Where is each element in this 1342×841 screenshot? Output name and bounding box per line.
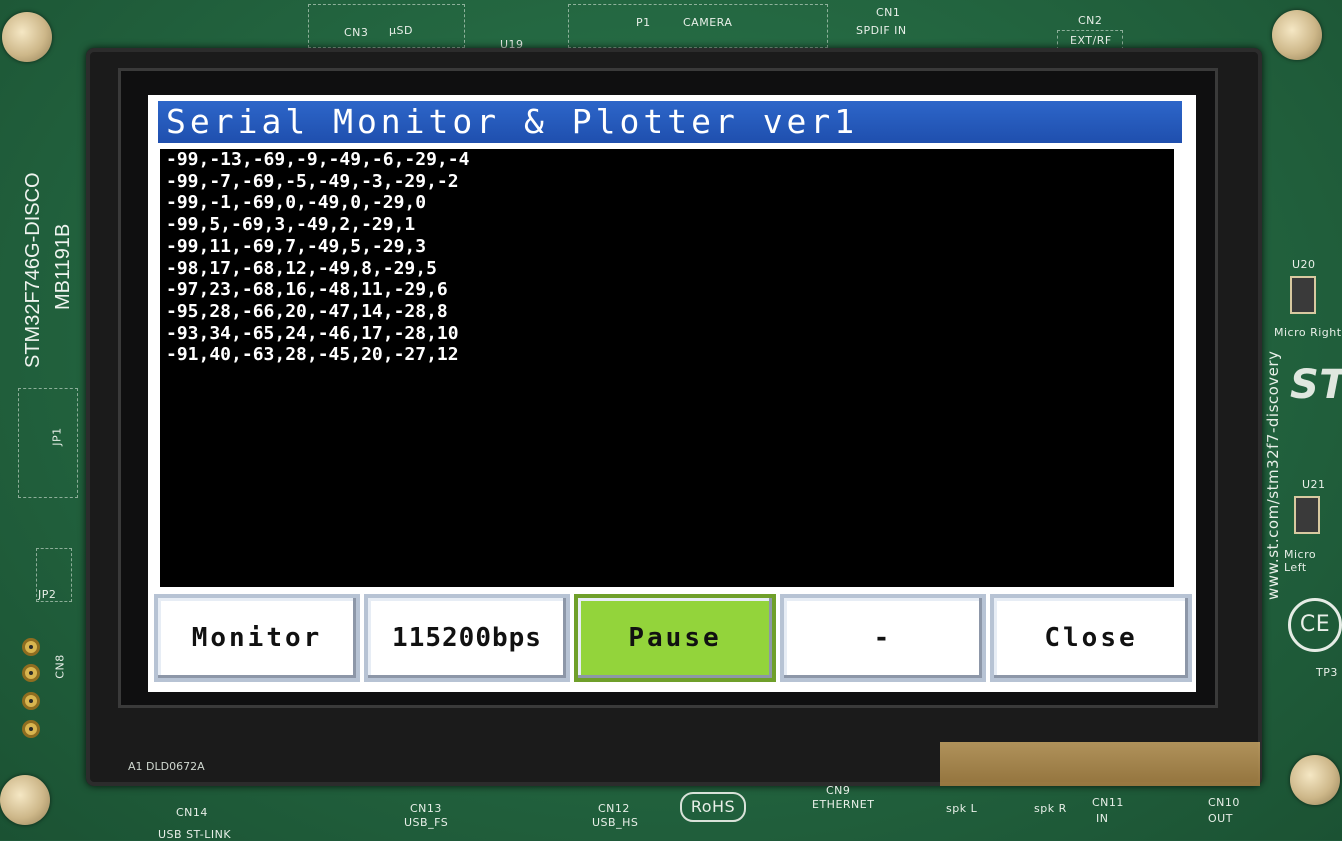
output-line: -91,40,-63,28,-45,20,-27,12 xyxy=(166,344,459,366)
label-u20: U20 xyxy=(1292,258,1316,271)
jp1-outline xyxy=(18,388,78,498)
output-line: -99,-1,-69,0,-49,0,-29,0 xyxy=(166,192,427,214)
label-u21: U21 xyxy=(1302,478,1326,491)
blank-button[interactable]: - xyxy=(780,594,986,682)
output-line: -99,11,-69,7,-49,5,-29,3 xyxy=(166,235,427,257)
button-bar: Monitor 115200bps Pause - Close xyxy=(154,594,1194,686)
pcb-board: CN3 µSD U19 P1 CAMERA CN1 SPDIF IN CN2 E… xyxy=(0,0,1342,841)
output-line: -95,28,-66,20,-47,14,-28,8 xyxy=(166,300,448,322)
label-micro-right: Micro Right xyxy=(1274,326,1342,339)
label-cn1: CN1 xyxy=(876,6,901,19)
label-usb-fs: USB_FS xyxy=(404,816,449,829)
label-camera: CAMERA xyxy=(683,16,733,29)
label-st-url: www.st.com/stm32f7-discovery xyxy=(1264,350,1282,600)
label-jp1: JP1 xyxy=(50,427,64,446)
label-lcd-code: A1 DLD0672A xyxy=(128,760,205,773)
lcd-flex-cable xyxy=(940,742,1260,786)
label-cn10-out: OUT xyxy=(1208,812,1233,825)
label-cn10: CN10 xyxy=(1208,796,1240,809)
mounting-screw-bottom-right xyxy=(1290,755,1340,805)
label-usb-st-link: USB ST-LINK xyxy=(158,828,232,841)
label-cn13: CN13 xyxy=(410,802,442,815)
label-tp3: TP3 xyxy=(1316,666,1338,679)
header-pad-3 xyxy=(22,692,40,710)
monitor-mode-button[interactable]: Monitor xyxy=(154,594,360,682)
mounting-screw-bottom-left xyxy=(0,775,50,825)
pause-button[interactable]: Pause xyxy=(574,594,776,682)
label-cn2: CN2 xyxy=(1078,14,1103,27)
label-cn11-in: IN xyxy=(1096,812,1109,825)
usd-connector-outline xyxy=(308,4,465,48)
output-line: -97,23,-68,16,-48,11,-29,6 xyxy=(166,279,448,301)
label-cn3: CN3 xyxy=(344,26,369,39)
label-usd: µSD xyxy=(389,24,413,37)
header-pad-1 xyxy=(22,638,40,656)
lcd-display: Serial Monitor & Plotter ver1 -99,-13,-6… xyxy=(148,95,1196,692)
ce-mark-icon: CE xyxy=(1288,598,1342,652)
mounting-screw-top-left xyxy=(2,12,52,62)
label-micro-left: Micro Left xyxy=(1284,548,1317,574)
label-cn11: CN11 xyxy=(1092,796,1124,809)
label-usb-hs: USB_HS xyxy=(592,816,639,829)
label-spk-r: spk R xyxy=(1034,802,1067,815)
output-line: -93,34,-65,24,-46,17,-28,10 xyxy=(166,322,459,344)
serial-monitor-output: -99,-13,-69,-9,-49,-6,-29,-4 -99,-7,-69,… xyxy=(160,149,1174,587)
label-board-name: STM32F746G-DISCO xyxy=(22,172,44,368)
output-line: -99,-13,-69,-9,-49,-6,-29,-4 xyxy=(166,149,470,170)
output-line: -99,5,-69,3,-49,2,-29,1 xyxy=(166,214,416,236)
label-board-id: MB1191B xyxy=(52,223,74,310)
header-pad-2 xyxy=(22,664,40,682)
label-spk-l: spk L xyxy=(946,802,978,815)
output-line: -99,-7,-69,-5,-49,-3,-29,-2 xyxy=(166,170,459,192)
app-title-bar: Serial Monitor & Plotter ver1 xyxy=(158,101,1182,143)
output-line: -98,17,-68,12,-49,8,-29,5 xyxy=(166,257,437,279)
baud-rate-button[interactable]: 115200bps xyxy=(364,594,570,682)
label-ext-rf: EXT/RF xyxy=(1070,34,1112,47)
label-jp2: JP2 xyxy=(38,588,57,601)
close-button[interactable]: Close xyxy=(990,594,1192,682)
label-p1: P1 xyxy=(636,16,651,29)
label-cn9: CN9 xyxy=(826,784,851,797)
microphone-right xyxy=(1290,276,1316,314)
label-cn14: CN14 xyxy=(176,806,208,819)
header-pad-4 xyxy=(22,720,40,738)
label-ethernet: ETHERNET xyxy=(812,798,875,811)
label-cn8: CN8 xyxy=(53,654,67,679)
rohs-mark: RoHS xyxy=(680,792,746,822)
label-spdif-in: SPDIF IN xyxy=(856,24,907,37)
mounting-screw-top-right xyxy=(1272,10,1322,60)
microphone-left xyxy=(1294,496,1320,534)
st-logo-icon: ST xyxy=(1290,362,1342,408)
label-cn12: CN12 xyxy=(598,802,630,815)
